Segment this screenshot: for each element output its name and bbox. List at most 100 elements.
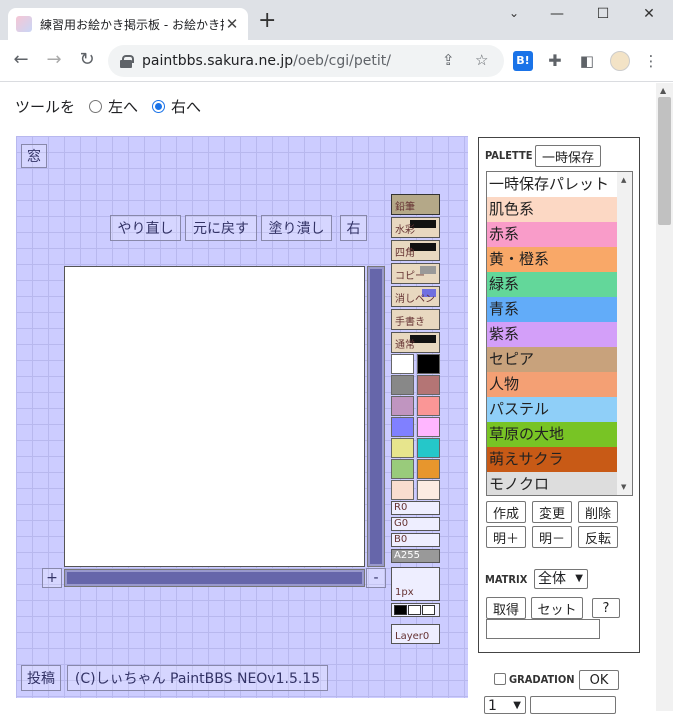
vertical-scrollbar[interactable]: [367, 266, 385, 567]
radio-left[interactable]: [89, 100, 103, 113]
hatena-bookmark-icon[interactable]: B!: [513, 51, 533, 71]
share-icon[interactable]: ⇪: [442, 51, 455, 69]
color-swatch[interactable]: [417, 480, 440, 500]
palette-list-item[interactable]: セピア: [487, 347, 617, 372]
color-swatch[interactable]: [417, 396, 440, 416]
red-slider[interactable]: R0: [391, 501, 440, 515]
alpha-slider[interactable]: A255: [391, 549, 440, 563]
zoom-out-button[interactable]: -: [366, 568, 386, 588]
palette-list-item[interactable]: 青系: [487, 297, 617, 322]
darker-button[interactable]: 明－: [532, 526, 572, 548]
new-tab-icon[interactable]: +: [258, 10, 276, 32]
gradation-select[interactable]: 1 ▼: [484, 696, 526, 714]
scroll-down-icon[interactable]: ▼: [621, 483, 626, 491]
get-button[interactable]: 取得: [486, 597, 526, 619]
invert-button[interactable]: 反転: [578, 526, 618, 548]
tool-rectangle[interactable]: 四角: [391, 240, 440, 261]
palette-list-item[interactable]: パステル: [487, 397, 617, 422]
mask-mode-icon[interactable]: [422, 605, 435, 615]
drawing-canvas[interactable]: [64, 266, 365, 567]
close-tab-icon[interactable]: ✕: [224, 15, 240, 33]
blue-slider[interactable]: B0: [391, 533, 440, 547]
close-window-icon[interactable]: ✕: [637, 6, 661, 22]
palette-list-item[interactable]: 緑系: [487, 272, 617, 297]
color-swatch[interactable]: [391, 354, 414, 374]
color-swatch[interactable]: [417, 417, 440, 437]
fill-button[interactable]: 塗り潰し: [261, 215, 332, 241]
palette-list-item[interactable]: モノクロ: [487, 472, 617, 495]
brighter-button[interactable]: 明＋: [486, 526, 526, 548]
extensions-icon[interactable]: ✚: [545, 51, 565, 71]
palette-list-item[interactable]: 黄・橙系: [487, 247, 617, 272]
palette-list-item[interactable]: 肌色系: [487, 197, 617, 222]
matrix-select[interactable]: 全体 ▼: [534, 569, 588, 589]
forward-icon[interactable]: →: [42, 49, 66, 70]
zoom-in-button[interactable]: +: [42, 568, 62, 588]
palette-list-item[interactable]: 草原の大地: [487, 422, 617, 447]
color-swatch[interactable]: [391, 417, 414, 437]
tab-search-icon[interactable]: ⌄: [502, 6, 526, 20]
scroll-up-icon[interactable]: ▲: [660, 86, 666, 95]
gradation-checkbox[interactable]: [494, 673, 506, 685]
color-swatch[interactable]: [391, 375, 414, 395]
palette-list-item[interactable]: 人物: [487, 372, 617, 397]
scroll-up-icon[interactable]: ▲: [621, 176, 626, 184]
color-swatch[interactable]: [391, 396, 414, 416]
brush-size-control[interactable]: 1px: [391, 567, 440, 601]
reload-icon[interactable]: ↻: [75, 49, 99, 70]
horizontal-scrollbar[interactable]: [64, 569, 365, 587]
menu-icon[interactable]: ⋮: [641, 51, 661, 71]
credit-button[interactable]: (C)しぃちゃん PaintBBS NEOv1.5.15: [67, 665, 328, 691]
profile-avatar[interactable]: [610, 51, 630, 71]
post-button[interactable]: 投稿: [21, 665, 61, 691]
help-button[interactable]: ?: [592, 598, 620, 618]
gradation-ok-button[interactable]: OK: [579, 670, 619, 690]
tool-copy[interactable]: コピー: [391, 263, 440, 284]
layer-selector[interactable]: Layer0: [391, 624, 440, 644]
palette-list-scrollbar[interactable]: ▲ ▼: [617, 172, 632, 495]
scroll-thumb[interactable]: [658, 97, 671, 225]
mask-mode-icon[interactable]: [408, 605, 421, 615]
palette-list-item[interactable]: 赤系: [487, 222, 617, 247]
color-swatch[interactable]: [417, 459, 440, 479]
green-slider[interactable]: G0: [391, 517, 440, 531]
tool-freehand[interactable]: 手書き: [391, 309, 440, 330]
matrix-textarea[interactable]: [486, 619, 600, 639]
tool-normal-mode[interactable]: 通常: [391, 332, 440, 353]
palette-list[interactable]: 一時保存パレット 肌色系 赤系 黄・橙系 緑系 青系 紫系 セピア 人物 パステル 草原の大地 萌えサ…: [486, 171, 633, 496]
tool-pencil[interactable]: 鉛筆: [391, 194, 440, 215]
palette-list-item[interactable]: 一時保存パレット: [487, 172, 617, 197]
radio-left-label[interactable]: 左へ: [108, 96, 138, 117]
tool-eraser[interactable]: 消しペン: [391, 286, 440, 307]
set-button[interactable]: セット: [531, 597, 583, 619]
window-button[interactable]: 窓: [21, 144, 47, 168]
radio-right-label[interactable]: 右へ: [171, 96, 201, 117]
bookmark-star-icon[interactable]: ☆: [475, 51, 488, 69]
mask-mode-selector[interactable]: [391, 603, 440, 617]
minimize-icon[interactable]: —: [545, 6, 569, 22]
tool-watercolor[interactable]: 水彩: [391, 217, 440, 238]
color-swatch[interactable]: [391, 438, 414, 458]
color-swatch[interactable]: [417, 375, 440, 395]
browser-tab[interactable]: 練習用お絵かき掲示板 - お絵かき掲 ✕: [8, 8, 248, 40]
delete-button[interactable]: 削除: [578, 501, 618, 523]
change-button[interactable]: 変更: [532, 501, 572, 523]
radio-right[interactable]: [152, 100, 166, 113]
palette-list-item[interactable]: 萌えサクラ: [487, 447, 617, 472]
color-swatch[interactable]: [417, 438, 440, 458]
side-panel-icon[interactable]: ◧: [577, 51, 597, 71]
mask-mode-icon[interactable]: [394, 605, 407, 615]
temp-save-button[interactable]: 一時保存: [535, 145, 601, 167]
back-icon[interactable]: ←: [9, 49, 33, 70]
color-swatch[interactable]: [417, 354, 440, 374]
palette-list-item[interactable]: 紫系: [487, 322, 617, 347]
color-swatch[interactable]: [391, 459, 414, 479]
redo-button[interactable]: やり直し: [110, 215, 181, 241]
address-bar[interactable]: paintbbs.sakura.ne.jp/oeb/cgi/petit/ ⇪ ☆: [108, 45, 504, 77]
page-scrollbar[interactable]: ▲: [656, 83, 673, 711]
gradation-input[interactable]: [530, 696, 616, 714]
create-button[interactable]: 作成: [486, 501, 526, 523]
color-swatch[interactable]: [391, 480, 414, 500]
maximize-icon[interactable]: ☐: [591, 6, 615, 22]
side-button[interactable]: 右: [340, 215, 367, 241]
